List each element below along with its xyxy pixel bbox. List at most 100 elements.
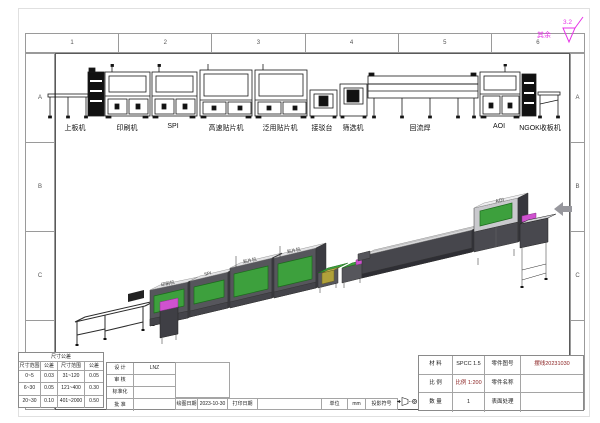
elevation-aoi [480,64,520,118]
elevation-label-unloader: NGOK收板机 [519,123,561,133]
surface-note-prefix: 其余 [537,30,551,40]
material-value: SPCC 1.5 [453,356,485,375]
print-date-label: 打印日期 [228,398,258,410]
tolerance-cell: 0.05 [41,383,58,395]
tolerance-cell: 6~30 [19,383,41,395]
tolerance-cell: 121~400 [58,383,85,395]
standardization-label: 标准化 [107,387,134,399]
surface-treatment-value [521,393,583,412]
elevation-label-printer: 印刷机 [117,123,138,133]
iso-reflow-oven [358,224,484,278]
ruler-letter: C [38,273,42,279]
design-label: 设 计 [107,363,134,375]
part-name-value [521,375,583,394]
ruler-number: 4 [350,40,353,46]
tolerance-table: 尺寸公差 尺寸范围 公差 尺寸范围 公差 0~5 0.03 31~120 0.0… [18,352,104,408]
ruler-cell: B [26,143,54,232]
elevation-label-aoi: AOI [493,123,505,130]
tolerance-cell: 0.30 [85,383,103,395]
surface-roughness-note: 其余 3.2 [537,16,587,48]
ruler-number: 1 [70,40,73,46]
elevation-unloader [522,74,560,118]
engineering-drawing-sheet: 1 2 3 4 5 6 A B C A B C 其余 3.2 [0,0,600,423]
surface-roughness-value: 3.2 [563,19,572,26]
elevation-loader [48,68,104,118]
tolerance-header: 公差 [85,362,103,371]
tolerance-cell: 0.10 [41,396,58,408]
tolerance-cell: 0~5 [19,371,41,383]
tolerance-header: 公差 [41,362,58,371]
tolerance-cell: 0.05 [85,371,103,383]
quantity-value: 1 [453,393,485,412]
ruler-number: 2 [164,40,167,46]
signature-block: 设 计 LNZ 审 核 标准化 批 准 [106,362,176,410]
tolerance-header: 尺寸范围 [58,362,85,371]
elevation-label-reflow: 回流焊 [410,123,431,133]
iso-flow-arrow [554,202,572,216]
elevation-conveyor-station [310,90,337,118]
tolerance-cell: 31~120 [58,371,85,383]
ruler-cell: 4 [306,34,399,52]
ruler-cell: 5 [399,34,492,52]
elevation-general-mounter [255,64,307,118]
elevation-label-loader: 上板机 [65,123,86,133]
signature-extra-cell [175,362,230,398]
elevation-label-screening: 筛选机 [343,123,364,133]
part-name-label: 零件名称 [485,375,521,394]
iso-unloader [520,213,556,288]
elevation-screening-machine [340,84,367,118]
title-block: 材 料 SPCC 1.5 零件图号 摆线20231030 比 例 比例 1:20… [418,355,584,411]
quantity-label: 数 量 [419,393,453,412]
material-label: 材 料 [419,356,453,375]
checker-name [134,375,175,387]
part-number-label: 零件图号 [485,356,521,375]
ruler-band-top: 1 2 3 4 5 6 [25,33,585,53]
iso-board-rack-magenta [160,298,178,344]
elevation-label-highspeed: 高速贴片机 [209,123,244,133]
elevation-reflow-oven [368,73,478,118]
part-number-value: 摆线20231030 [521,356,583,375]
tolerance-cell: 0.50 [85,396,103,408]
ruler-cell: 2 [119,34,212,52]
tolerance-table-title: 尺寸公差 [19,353,103,362]
tolerance-cell: 0.03 [41,371,58,383]
tolerance-cell: 20~30 [19,396,41,408]
unit-label: 单位 [322,398,348,410]
surface-roughness-icon: 3.2 [555,16,589,48]
ruler-cell: 3 [212,34,305,52]
standardization-name [134,387,175,399]
unit-value: mm [348,398,366,410]
ruler-letter: A [575,95,579,101]
elevation-label-general: 泛用贴片机 [263,123,298,133]
isometric-view: 印刷机 SPI 贴片机 贴片机 [60,190,580,352]
tolerance-header: 尺寸范围 [19,362,41,371]
designer-name: LNZ [134,363,175,375]
ruler-number: 3 [257,40,260,46]
draw-date-label: 绘图日期 [175,398,198,410]
date-strip: 绘图日期 2023-10-30 打印日期 单位 mm 投影符号 [175,398,398,410]
scale-label: 比 例 [419,375,453,394]
scale-value: 比例 1:200 [453,375,485,394]
ruler-cell: 1 [26,34,119,52]
ruler-letter: B [38,184,42,190]
check-label: 审 核 [107,375,134,387]
tolerance-cell: 401~2000 [58,396,85,408]
projection-label: 投影符号 [366,398,398,410]
ruler-cell: A [571,54,584,143]
surface-treatment-label: 表面处理 [485,393,521,412]
elevation-printer [105,64,150,118]
ruler-cell: C [26,232,54,321]
approve-label: 批 准 [107,399,134,411]
projection-angle-icon [396,395,418,408]
elevation-highspeed-mounter [200,64,252,118]
draw-date-value: 2023-10-30 [198,398,228,410]
ruler-number: 5 [443,40,446,46]
elevation-spi [152,64,197,118]
elevation-label-spi: SPI [167,123,178,130]
elevation-view [42,64,572,122]
print-date-value [258,398,322,410]
elevation-label-conveyor: 接驳台 [312,123,333,133]
iso-loader-cart [75,290,155,346]
iso-mounter-2: 贴片机 [274,243,326,298]
approver-name [134,399,175,411]
